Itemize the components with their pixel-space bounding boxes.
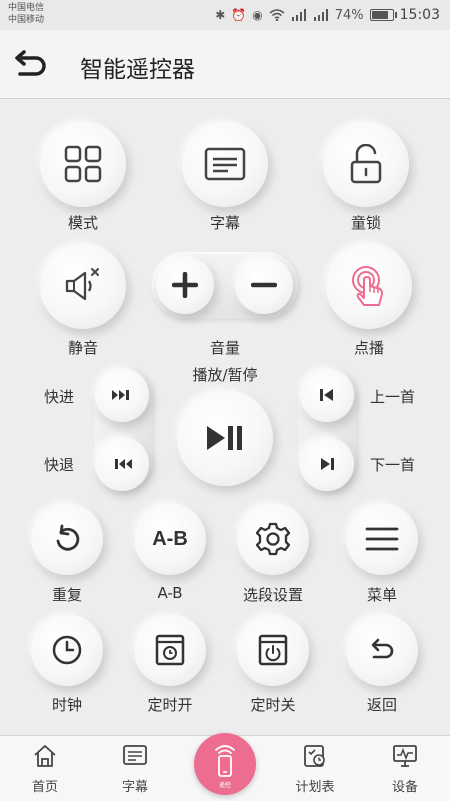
volume-up-button[interactable] [156,256,214,314]
status-bar: 中国电信 中国移动 ✱ ⏰ ◉ 74% 15:03 [0,0,450,30]
plus-icon [172,272,198,298]
fast-forward-button[interactable] [95,368,149,422]
carrier-1: 中国电信 [8,3,45,13]
ab-label: A-B [157,584,183,602]
nav-item-home[interactable]: 首页 [10,736,80,801]
return-label: 返回 [366,696,397,714]
repeat-label: 重复 [51,586,82,604]
mute-label: 静音 [67,339,98,357]
battery-percent: 74% [334,7,364,23]
grid-icon [64,145,102,183]
subtitle-label: 字幕 [209,214,240,232]
menu-label: 菜单 [366,586,397,604]
rewind-button[interactable] [95,437,149,491]
previous-label: 上一首 [370,388,416,406]
mode-button[interactable] [40,121,126,207]
play-pause-button[interactable] [177,390,273,486]
subtitle-nav-icon [123,745,147,765]
previous-button[interactable] [300,368,354,422]
previous-icon [320,389,333,401]
segment-settings-button[interactable] [237,503,309,575]
eye-icon: ◉ [252,8,263,22]
ab-icon: A-B [152,527,188,550]
play-pause-icon [207,426,242,450]
next-label: 下一首 [370,456,416,474]
nav-label-subtitle: 字幕 [121,780,148,795]
repeat-button[interactable] [31,503,103,575]
nav-item-subtitle[interactable]: 字幕 [100,736,170,801]
fast-forward-label: 快进 [44,388,75,406]
nav-item-devices[interactable]: 设备 [370,736,440,801]
mode-label: 模式 [67,214,98,232]
fast-forward-icon [112,390,129,400]
minus-icon [251,282,277,288]
wifi-icon [269,9,285,21]
child-lock-button[interactable] [323,121,409,207]
rewind-label: 快退 [44,456,75,474]
signal-icon [291,9,306,21]
mute-button[interactable] [40,243,126,329]
repeat-icon [56,524,80,551]
subtitle-button[interactable] [182,121,268,207]
device-monitor-icon [393,745,417,767]
return-icon [371,638,394,659]
timer-off-icon [258,634,288,666]
status-time: 15:03 [399,7,440,23]
alarm-icon: ⏰ [231,8,247,22]
battery-fill [371,11,388,19]
clock-icon [52,635,82,665]
nav-label-devices: 设备 [391,780,418,795]
volume-down-button[interactable] [235,256,293,314]
timer-off-label: 定时关 [250,696,296,714]
back-arrow-icon [15,50,46,76]
segment-settings-label: 选段设置 [242,586,303,604]
return-button[interactable] [346,614,418,686]
menu-icon [365,527,399,551]
ab-button[interactable]: A-B [134,503,206,575]
timer-on-button[interactable] [134,614,206,686]
next-button[interactable] [300,437,354,491]
touch-icon [352,266,383,306]
nav-item-remote[interactable]: 遥控 [194,733,256,795]
back-button[interactable] [8,44,52,84]
timer-on-label: 定时开 [147,696,193,714]
timer-off-button[interactable] [237,614,309,686]
signal-icon-2 [313,9,328,21]
volume-label: 音量 [209,339,240,357]
rewind-icon [115,459,132,469]
schedule-icon [304,745,325,767]
home-icon [34,745,56,767]
battery-icon [369,9,397,21]
next-icon [321,458,334,470]
timer-on-icon [155,634,185,666]
nav-label-remote: 遥控 [218,782,231,789]
nav-item-schedule[interactable]: 计划表 [280,736,350,801]
page-title: 智能遥控器 [80,57,195,83]
nav-label-schedule: 计划表 [295,780,335,795]
nav-label-home: 首页 [31,780,58,795]
mute-icon [65,268,99,301]
menu-button[interactable] [346,503,418,575]
play-pause-label: 播放/暂停 [192,366,258,384]
gear-icon [256,522,290,556]
on-demand-button[interactable] [326,243,412,329]
header: 智能遥控器 [0,30,450,99]
subtitle-icon [204,147,246,181]
clock-label: 时钟 [51,696,82,714]
unlock-icon [350,144,382,184]
status-icons: ✱ ⏰ ◉ 74% 15:03 [215,6,440,24]
remote-icon [215,745,235,777]
bluetooth-icon: ✱ [215,8,226,22]
carrier-2: 中国移动 [8,15,45,25]
clock-button[interactable] [31,614,103,686]
on-demand-label: 点播 [353,339,384,357]
child-lock-label: 童锁 [350,214,381,232]
